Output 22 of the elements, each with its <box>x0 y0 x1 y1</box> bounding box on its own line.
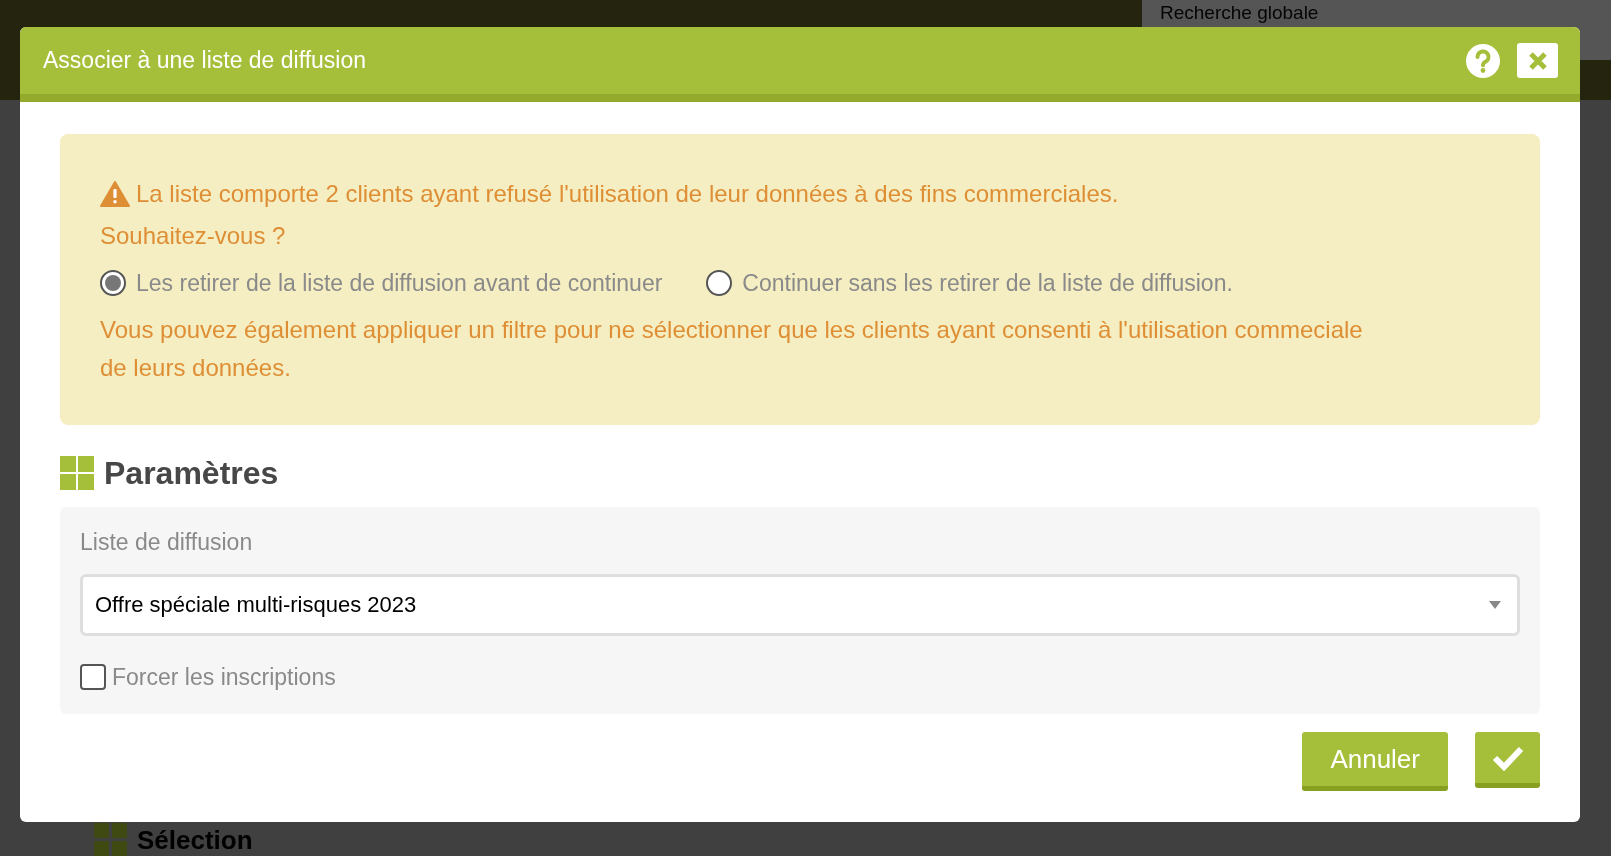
radio-label: Les retirer de la liste de diffusion avant de continuer <box>136 269 663 298</box>
field-label: Liste de diffusion <box>80 528 254 557</box>
checkbox-label: Forcer les inscriptions <box>112 662 336 692</box>
check-icon <box>1491 744 1524 771</box>
radio-button[interactable] <box>100 270 126 297</box>
warning-icon <box>100 181 130 207</box>
radio-label: Continuer sans les retirer de la liste de diffusion. <box>742 269 1233 298</box>
confirm-button[interactable] <box>1475 732 1540 788</box>
question-text: Souhaitez-vous ? <box>100 221 287 251</box>
note-text: Vous pouvez également appliquer un filtre pour ne sélectionner que les clients ayant consenti à l'utilisation commeciale de leurs données. <box>100 314 1364 383</box>
list-select[interactable]: Offre spéciale multi-risques 2023 <box>80 573 1520 636</box>
select-value: Offre spéciale multi-risques 2023 <box>95 591 417 619</box>
checkbox[interactable] <box>80 663 106 690</box>
section-title: Paramètres <box>104 454 279 493</box>
section-title: Sélection <box>137 824 253 855</box>
grid-icon <box>60 456 94 490</box>
caret-icon <box>1489 600 1501 609</box>
radio-button[interactable] <box>706 270 733 297</box>
grid-icon <box>94 823 127 856</box>
dialog-title: Associer à une liste de diffusion <box>43 46 367 76</box>
warning-message: La liste comporte 2 clients ayant refusé l'utilisation de leur données à des fins commerciales. <box>136 179 1119 209</box>
close-icon <box>1527 50 1548 71</box>
